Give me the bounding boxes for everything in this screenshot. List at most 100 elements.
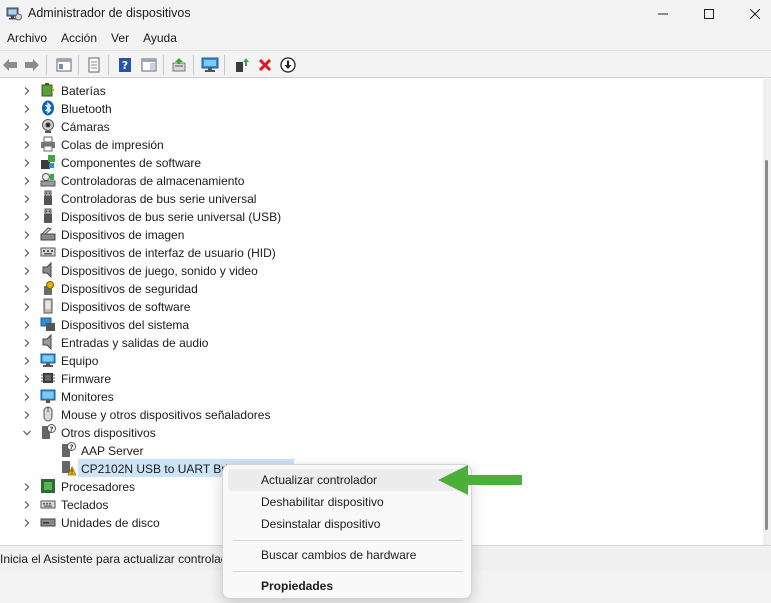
action-pane-button[interactable] [139, 55, 159, 75]
tree-item-mouse-y-otros-dispositivos-senaladores[interactable]: Mouse y otros dispositivos señaladores [61, 408, 270, 422]
chevron-right-icon[interactable] [22, 409, 32, 419]
tree-item-firmware[interactable]: Firmware [61, 372, 111, 386]
toolbar-separator [46, 55, 47, 75]
tree-item-unidades-de-disco[interactable]: Unidades de disco [61, 516, 160, 530]
warning-device-icon [60, 460, 77, 476]
tree-item-dispositivos-de-bus-serie-universal-usb[interactable]: Dispositivos de bus serie universal (USB… [61, 210, 281, 224]
tree-item-componentes-de-software[interactable]: Componentes de software [61, 156, 201, 170]
chevron-right-icon[interactable] [22, 373, 32, 383]
mouse-icon [40, 406, 56, 422]
chevron-right-icon[interactable] [22, 247, 32, 257]
update-driver-toolbar-button[interactable] [169, 55, 189, 75]
chevron-right-icon[interactable] [22, 139, 32, 149]
tree-item-aap-server[interactable]: AAP Server [81, 444, 143, 458]
camera-icon [40, 118, 56, 134]
forward-button[interactable] [22, 55, 42, 75]
tree-item-dispositivos-de-interfaz-de-usuario-hid[interactable]: Dispositivos de interfaz de usuario (HID… [61, 246, 276, 260]
tree-item-dispositivos-de-juego-sonido-y-video[interactable]: Dispositivos de juego, sonido y video [61, 264, 258, 278]
system-device-icon [40, 316, 56, 332]
keyboard-icon [40, 496, 56, 512]
chevron-right-icon[interactable] [22, 121, 32, 131]
add-device-icon [236, 58, 249, 72]
chevron-right-icon[interactable] [22, 193, 32, 203]
tree-item-dispositivos-del-sistema[interactable]: Dispositivos del sistema [61, 318, 189, 332]
tree-item-controladoras-de-almacenamiento[interactable]: Controladoras de almacenamiento [61, 174, 244, 188]
scan-hardware-menu-item[interactable]: Buscar cambios de hardware [228, 544, 466, 566]
tree-item-baterias[interactable]: Baterías [61, 84, 106, 98]
download-arrow-icon [280, 57, 296, 73]
tree-item-bluetooth[interactable]: Bluetooth [61, 102, 112, 116]
tree-item-equipo[interactable]: Equipo [61, 354, 98, 368]
tree-item-camaras[interactable]: Cámaras [61, 120, 110, 134]
chevron-down-icon[interactable] [22, 427, 32, 437]
chevron-right-icon[interactable] [22, 103, 32, 113]
chevron-right-icon[interactable] [22, 319, 32, 329]
tree-item-entradas-y-salidas-de-audio[interactable]: Entradas y salidas de audio [61, 336, 208, 350]
disk-drive-icon [40, 514, 56, 530]
menu-archivo[interactable]: Archivo [0, 28, 54, 50]
chip-icon [40, 370, 56, 386]
show-hide-tree-button[interactable] [54, 55, 74, 75]
menu-accion[interactable]: Acción [54, 28, 104, 50]
toolbar-separator [193, 55, 194, 75]
tree-item-procesadores[interactable]: Procesadores [61, 480, 135, 494]
chevron-right-icon[interactable] [22, 157, 32, 167]
update-driver-menu-item[interactable]: Actualizar controlador [228, 469, 466, 491]
chevron-right-icon[interactable] [22, 175, 32, 185]
menu-separator [233, 571, 463, 572]
scrollbar-thumb[interactable] [765, 160, 768, 530]
scanner-icon [40, 226, 56, 242]
chevron-right-icon[interactable] [22, 481, 32, 491]
tree-item-dispositivos-de-imagen[interactable]: Dispositivos de imagen [61, 228, 184, 242]
chevron-right-icon[interactable] [22, 265, 32, 275]
battery-icon [40, 82, 56, 98]
chevron-right-icon[interactable] [22, 517, 32, 527]
chevron-right-icon[interactable] [22, 283, 32, 293]
tree-item-monitores[interactable]: Monitores [61, 390, 114, 404]
software-device-icon [40, 298, 56, 314]
storage-controller-icon [40, 172, 56, 188]
menu-ver[interactable]: Ver [104, 28, 136, 50]
scan-hardware-button[interactable] [200, 55, 220, 75]
speaker-icon [40, 261, 56, 279]
uninstall-toolbar-button[interactable] [255, 55, 275, 75]
maximize-button[interactable] [686, 0, 732, 28]
tree-item-dispositivos-de-software[interactable]: Dispositivos de software [61, 300, 190, 314]
chevron-right-icon[interactable] [22, 229, 32, 239]
chevron-right-icon[interactable] [22, 499, 32, 509]
svg-text:?: ? [69, 443, 73, 451]
tree-item-controladoras-de-bus-serie-universal[interactable]: Controladoras de bus serie universal [61, 192, 256, 206]
close-icon [750, 9, 760, 19]
update-driver-icon [172, 58, 186, 72]
minimize-button[interactable] [640, 0, 686, 28]
back-arrow-icon [3, 59, 17, 71]
usb-icon [40, 190, 56, 206]
menu-ayuda[interactable]: Ayuda [136, 28, 184, 50]
uninstall-device-menu-item[interactable]: Desinstalar dispositivo [228, 513, 466, 535]
properties-menu-item[interactable]: Propiedades [228, 575, 466, 597]
monitor-icon [40, 388, 56, 404]
properties-sheet-icon [88, 57, 100, 73]
disable-device-menu-item[interactable]: Deshabilitar dispositivo [228, 491, 466, 513]
maximize-icon [704, 9, 714, 19]
chevron-right-icon[interactable] [22, 85, 32, 95]
tree-item-teclados[interactable]: Teclados [61, 498, 108, 512]
chevron-right-icon[interactable] [22, 391, 32, 401]
tree-item-colas-de-impresion[interactable]: Colas de impresión [61, 138, 164, 152]
tree-item-dispositivos-de-seguridad[interactable]: Dispositivos de seguridad [61, 282, 198, 296]
add-driver-button[interactable] [232, 55, 252, 75]
context-menu: Actualizar controlador Deshabilitar disp… [222, 464, 472, 599]
window-title: Administrador de dispositivos [28, 6, 191, 20]
chevron-right-icon[interactable] [22, 211, 32, 221]
close-button[interactable] [732, 0, 771, 28]
enable-device-button[interactable] [278, 55, 298, 75]
tree-item-otros-dispositivos[interactable]: Otros dispositivos [61, 426, 156, 440]
chevron-right-icon[interactable] [22, 337, 32, 347]
chevron-right-icon[interactable] [22, 301, 32, 311]
chevron-right-icon[interactable] [22, 355, 32, 365]
properties-toolbar-button[interactable] [84, 55, 104, 75]
help-button[interactable]: ? [115, 55, 135, 75]
action-pane-icon [141, 58, 157, 72]
svg-text:?: ? [122, 59, 128, 72]
back-button[interactable] [0, 55, 20, 75]
